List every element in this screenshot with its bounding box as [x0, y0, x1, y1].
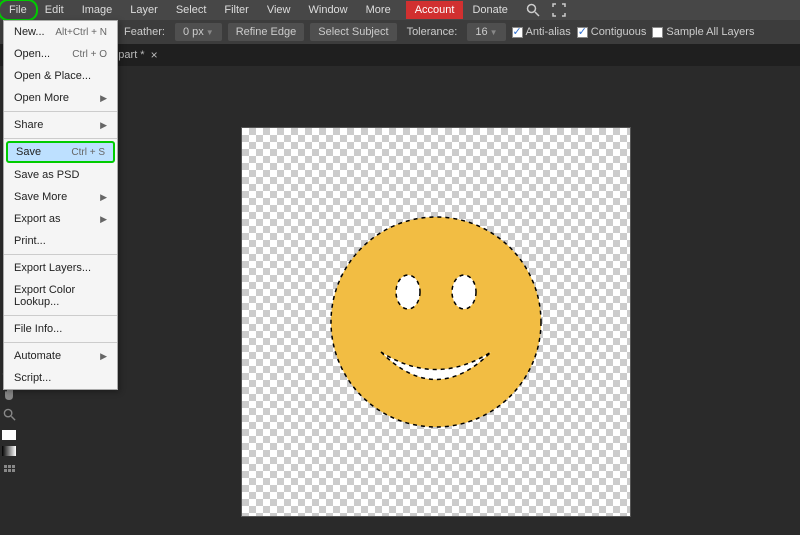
- menu-export-as[interactable]: Export as▶: [4, 208, 117, 230]
- menu-print[interactable]: Print...: [4, 230, 117, 252]
- menu-more[interactable]: More: [357, 1, 400, 19]
- menu-new[interactable]: New...Alt+Ctrl + N: [4, 21, 117, 43]
- menu-export-color-lookup[interactable]: Export Color Lookup...: [4, 279, 117, 313]
- menu-filter[interactable]: Filter: [215, 1, 257, 19]
- menu-automate[interactable]: Automate▶: [4, 345, 117, 367]
- canvas[interactable]: [241, 127, 631, 517]
- menu-select[interactable]: Select: [167, 1, 216, 19]
- menu-export-layers[interactable]: Export Layers...: [4, 257, 117, 279]
- feather-label: Feather:: [120, 26, 169, 38]
- menu-script[interactable]: Script...: [4, 367, 117, 389]
- menu-save[interactable]: SaveCtrl + S: [6, 141, 115, 163]
- menu-divider: [4, 254, 117, 255]
- menu-image[interactable]: Image: [73, 1, 122, 19]
- menu-save-more[interactable]: Save More▶: [4, 186, 117, 208]
- tolerance-value[interactable]: 16▼: [467, 23, 505, 41]
- tolerance-label: Tolerance:: [403, 26, 462, 38]
- menu-open-place[interactable]: Open & Place...: [4, 65, 117, 87]
- menu-file-info[interactable]: File Info...: [4, 318, 117, 340]
- menu-open-more[interactable]: Open More▶: [4, 87, 117, 109]
- close-icon[interactable]: ×: [151, 48, 158, 62]
- sample-all-label: Sample All Layers: [666, 26, 754, 38]
- gradient-swatch[interactable]: [2, 446, 16, 456]
- antialias-checkbox[interactable]: [512, 27, 523, 38]
- file-dropdown-menu: New...Alt+Ctrl + N Open...Ctrl + O Open …: [3, 20, 118, 390]
- menu-divider: [4, 315, 117, 316]
- refine-edge-button[interactable]: Refine Edge: [228, 23, 305, 41]
- select-subject-button[interactable]: Select Subject: [310, 23, 396, 41]
- menu-share[interactable]: Share▶: [4, 114, 117, 136]
- contiguous-label: Contiguous: [591, 26, 647, 38]
- antialias-label: Anti-alias: [526, 26, 571, 38]
- menu-open[interactable]: Open...Ctrl + O: [4, 43, 117, 65]
- search-icon[interactable]: [525, 2, 541, 18]
- zoom-tool-icon[interactable]: [1, 406, 17, 422]
- foreground-color-swatch[interactable]: [2, 430, 16, 440]
- transparency-background: [241, 127, 631, 517]
- sample-all-checkbox[interactable]: [652, 27, 663, 38]
- fullscreen-icon[interactable]: [551, 2, 567, 18]
- menu-layer[interactable]: Layer: [121, 1, 167, 19]
- menu-divider: [4, 342, 117, 343]
- contiguous-checkbox[interactable]: [577, 27, 588, 38]
- menu-window[interactable]: Window: [300, 1, 357, 19]
- menu-account[interactable]: Account: [406, 1, 464, 19]
- menu-edit[interactable]: Edit: [36, 1, 73, 19]
- feather-value[interactable]: 0 px▼: [175, 23, 222, 41]
- menubar: File Edit Image Layer Select Filter View…: [0, 0, 800, 20]
- menu-donate[interactable]: Donate: [463, 1, 516, 19]
- menu-file[interactable]: File: [0, 1, 36, 19]
- menu-divider: [4, 138, 117, 139]
- menu-divider: [4, 111, 117, 112]
- document-tabs: free-smiley-face-clipart * ×: [0, 44, 800, 66]
- options-bar: Feather: 0 px▼ Refine Edge Select Subjec…: [0, 20, 800, 44]
- menu-save-psd[interactable]: Save as PSD: [4, 164, 117, 186]
- menu-view[interactable]: View: [258, 1, 300, 19]
- smiley-image: [326, 212, 546, 432]
- quickmask-icon[interactable]: [1, 460, 17, 476]
